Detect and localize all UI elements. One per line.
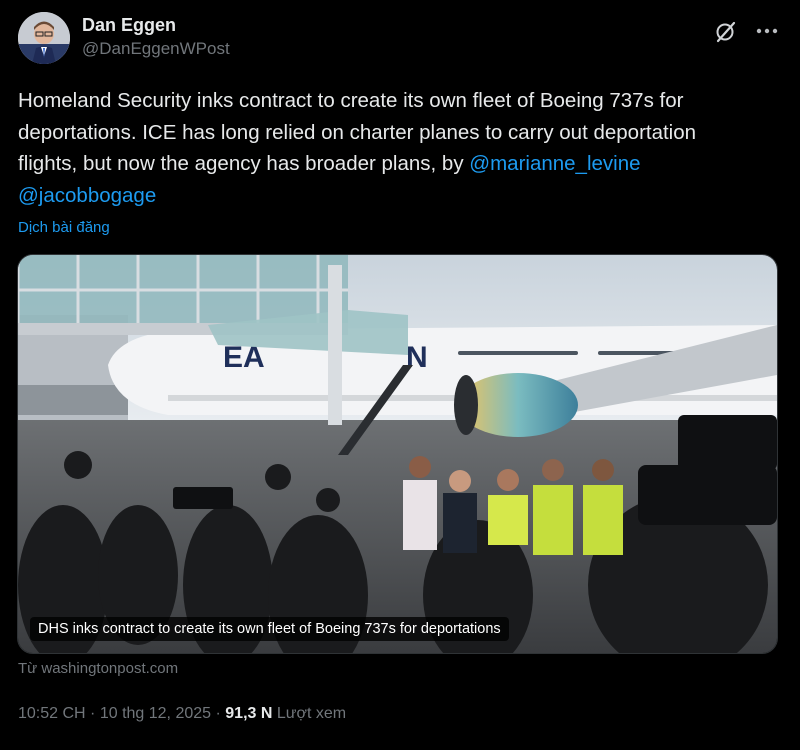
mention-link[interactable]: @marianne_levine [469, 152, 640, 175]
card-image: EA N [18, 255, 777, 653]
more-icon[interactable] [752, 18, 782, 44]
views-label: Lượt xem [276, 705, 347, 722]
meta-separator: · [90, 705, 96, 722]
card-caption: DHS inks contract to create its own flee… [30, 617, 509, 641]
card-source[interactable]: Từ washingtonpost.com [18, 660, 178, 677]
views-count: 91,3 N [225, 705, 273, 722]
author-handle[interactable]: @DanEggenWPost [82, 38, 230, 60]
tweet-text-line: flights, but now the agency has broader … [18, 152, 470, 175]
tweet-meta: 10:52 CH · 10 thg 12, 2025 · 91,3 N Lượt… [18, 705, 346, 723]
tweet-text-line: deportations. ICE has long relied on cha… [18, 120, 697, 144]
meta-separator: · [215, 705, 221, 722]
tweet-header: Dan Eggen @DanEggenWPost [16, 8, 784, 68]
tweet-date[interactable]: 10 thg 12, 2025 [100, 705, 211, 722]
tweet-text: Homeland Security inks contract to creat… [18, 85, 788, 211]
author-info: Dan Eggen @DanEggenWPost [82, 14, 230, 60]
tweet-time[interactable]: 10:52 CH [18, 705, 86, 722]
avatar[interactable] [18, 12, 70, 64]
grok-icon[interactable] [714, 20, 738, 44]
tweet-text-line: Homeland Security inks contract to creat… [18, 89, 684, 112]
link-card[interactable]: EA N DHS inks contract to create its own… [17, 254, 778, 654]
translate-post-link[interactable]: Dịch bài đăng [18, 219, 110, 236]
mention-link[interactable]: @jacobbogage [18, 184, 156, 207]
display-name[interactable]: Dan Eggen [82, 14, 230, 36]
tweet: Dan Eggen @DanEggenWPost Homeland Securi… [0, 0, 800, 750]
